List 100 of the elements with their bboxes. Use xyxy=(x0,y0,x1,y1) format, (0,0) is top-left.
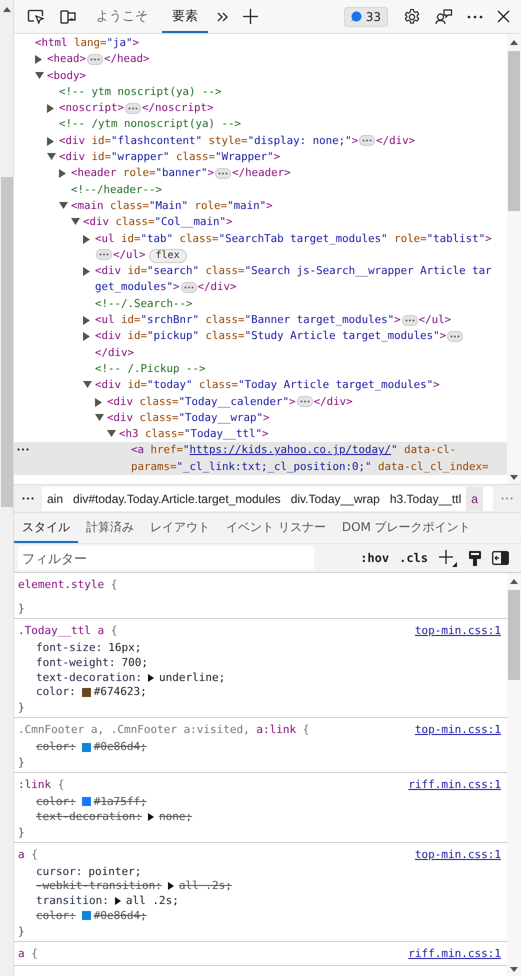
scrollbar-thumb[interactable] xyxy=(508,590,520,680)
source-link[interactable]: riff.min.css:1 xyxy=(408,774,501,794)
expand-arrow-icon[interactable] xyxy=(148,674,154,682)
markup-text: <div id="flashcontent" style="display: none;"> xyxy=(59,134,358,147)
color-swatch[interactable] xyxy=(82,688,91,697)
styles-tab[interactable]: イベント リスナー xyxy=(218,513,334,543)
styles-tab[interactable]: DOM ブレークポイント xyxy=(334,513,479,543)
scroll-down-icon[interactable] xyxy=(510,475,518,480)
collapsed-arrow-icon[interactable] xyxy=(35,55,42,64)
expanded-arrow-icon[interactable] xyxy=(95,414,104,421)
css-declaration[interactable]: color: #674623; xyxy=(36,685,501,700)
dots-icon xyxy=(22,497,34,500)
scrollbar-thumb[interactable] xyxy=(0,177,12,507)
selected-node-row[interactable]: <a href="https://kids.yahoo.co.jp/today/" data-cl- params="_cl_link:txt;_cl_position:0;" data-cl_cl_index= xyxy=(14,442,507,476)
css-declaration[interactable]: color: #1a75ff; xyxy=(36,794,501,810)
rule-selector: element.style { xyxy=(18,577,118,593)
css-declaration[interactable]: cursor: pointer; xyxy=(36,864,501,880)
ellipsis-button[interactable] xyxy=(125,102,142,114)
ellipsis-button[interactable] xyxy=(96,249,112,260)
expand-arrow-icon[interactable] xyxy=(148,812,154,821)
scroll-up-icon[interactable] xyxy=(2,7,10,12)
node-actions-icon[interactable] xyxy=(17,448,29,452)
styles-tab[interactable]: 計算済み xyxy=(78,513,142,543)
breadcrumb[interactable]: h3.Today__ttl xyxy=(384,486,466,510)
sidebar-toggle-icon[interactable] xyxy=(492,551,509,565)
rule-selector: .CmnFooter a, .CmnFooter a:visited, a:link { xyxy=(18,722,310,738)
ellipsis-button[interactable] xyxy=(359,135,376,146)
css-declaration[interactable]: font-weight: 700; xyxy=(36,656,501,671)
source-link[interactable]: top-min.css:1 xyxy=(414,621,501,640)
chat-icon xyxy=(350,11,362,22)
source-link[interactable]: top-min.css:1 xyxy=(414,720,501,740)
breadcrumb[interactable]: div.Today__wrap xyxy=(286,486,385,510)
markup-text: </div> xyxy=(95,346,134,359)
markup-text: </div> xyxy=(376,134,416,147)
expanded-arrow-icon[interactable] xyxy=(71,218,80,226)
dots-icon xyxy=(99,253,109,256)
source-link[interactable]: riff.min.css:1 xyxy=(408,944,501,963)
css-declaration[interactable]: color: #0e86d4; xyxy=(36,908,501,924)
collapsed-arrow-icon[interactable] xyxy=(83,234,90,244)
ellipsis-button[interactable] xyxy=(180,282,197,293)
markup-text: <main class="Main" role="main"> xyxy=(71,198,273,212)
expanded-arrow-icon[interactable] xyxy=(107,430,116,438)
collapsed-arrow-icon[interactable] xyxy=(83,267,90,276)
filter-field[interactable]: フィルター xyxy=(18,546,314,570)
ellipsis-button[interactable] xyxy=(87,54,104,65)
markup-text: <html lang="ja"> xyxy=(35,36,140,49)
color-swatch[interactable] xyxy=(82,797,91,806)
css-declaration[interactable]: font-size: 16px; xyxy=(36,641,501,656)
markup-text: <div class="Today__wrap"> xyxy=(107,410,270,424)
collapsed-arrow-icon[interactable] xyxy=(83,316,90,326)
markup-text: <noscript> xyxy=(59,101,124,114)
collapsed-arrow-icon[interactable] xyxy=(59,169,66,178)
markup-text: <div id="pickup" class="Study Article target_modules"> xyxy=(95,329,446,342)
breadcrumb[interactable]: ain xyxy=(42,486,68,510)
panel-tab[interactable]: ようこそ xyxy=(86,0,158,33)
collapsed-arrow-icon[interactable] xyxy=(83,332,90,342)
collapsed-arrow-icon[interactable] xyxy=(95,398,102,407)
rule-selector: .Today__ttl a { xyxy=(18,623,118,639)
scroll-up-icon[interactable] xyxy=(510,40,518,45)
rule-brace: } xyxy=(18,700,26,716)
issues-button[interactable]: 33 xyxy=(344,6,388,26)
scroll-up-icon[interactable] xyxy=(510,579,518,584)
expand-arrow-icon[interactable] xyxy=(168,882,174,890)
collapsed-arrow-icon[interactable] xyxy=(47,104,54,114)
markup-text: <!-- /.Pickup --> xyxy=(95,362,206,375)
scrollbar-thumb[interactable] xyxy=(508,51,520,211)
scroll-down-icon[interactable] xyxy=(510,967,518,972)
ellipsis-button[interactable] xyxy=(447,330,464,342)
expanded-arrow-icon[interactable] xyxy=(35,72,44,79)
paint-brush-icon[interactable] xyxy=(468,550,482,566)
expanded-arrow-icon[interactable] xyxy=(59,202,68,209)
ellipsis-button[interactable] xyxy=(296,396,313,408)
css-declaration[interactable]: color: #0e86d4; xyxy=(36,740,501,755)
dots-icon xyxy=(501,497,513,500)
color-swatch[interactable] xyxy=(82,742,91,752)
css-declaration[interactable]: -webkit-transition: all .2s; xyxy=(36,879,501,894)
markup-text: <header role="banner"> xyxy=(71,166,214,180)
dots-icon xyxy=(300,400,310,404)
rule-brace: } xyxy=(18,754,26,771)
css-declaration[interactable]: transition: all .2s; xyxy=(36,894,501,909)
markup-text: <a href="https://kids.yahoo.co.jp/today/" data-cl- xyxy=(131,443,456,456)
collapsed-arrow-icon[interactable] xyxy=(47,136,54,146)
breadcrumb[interactable]: a xyxy=(466,486,483,510)
expanded-arrow-icon[interactable] xyxy=(47,153,56,160)
class-button[interactable]: .cls xyxy=(399,551,428,565)
layout-badge[interactable]: flex xyxy=(148,248,187,263)
panel-tab[interactable]: 要素 xyxy=(162,0,208,33)
breadcrumb[interactable]: div#today.Today.Article.target_modules xyxy=(68,486,286,510)
ellipsis-button[interactable] xyxy=(402,314,418,326)
css-declaration[interactable]: text-decoration: underline; xyxy=(36,670,501,686)
expand-arrow-icon[interactable] xyxy=(114,897,121,906)
source-link[interactable]: top-min.css:1 xyxy=(414,844,501,864)
ellipsis-button[interactable] xyxy=(215,168,232,179)
styles-tab[interactable]: レイアウト xyxy=(142,513,218,543)
hover-state-button[interactable]: :hov xyxy=(360,551,390,565)
color-swatch[interactable] xyxy=(82,911,91,920)
expanded-arrow-icon[interactable] xyxy=(83,381,92,388)
markup-text: params="_cl_link:txt;_cl_position:0;" data-cl_cl_index= xyxy=(131,460,489,473)
new-rule-icon[interactable] xyxy=(438,549,458,567)
css-declaration[interactable]: text-decoration: none; xyxy=(36,810,501,825)
